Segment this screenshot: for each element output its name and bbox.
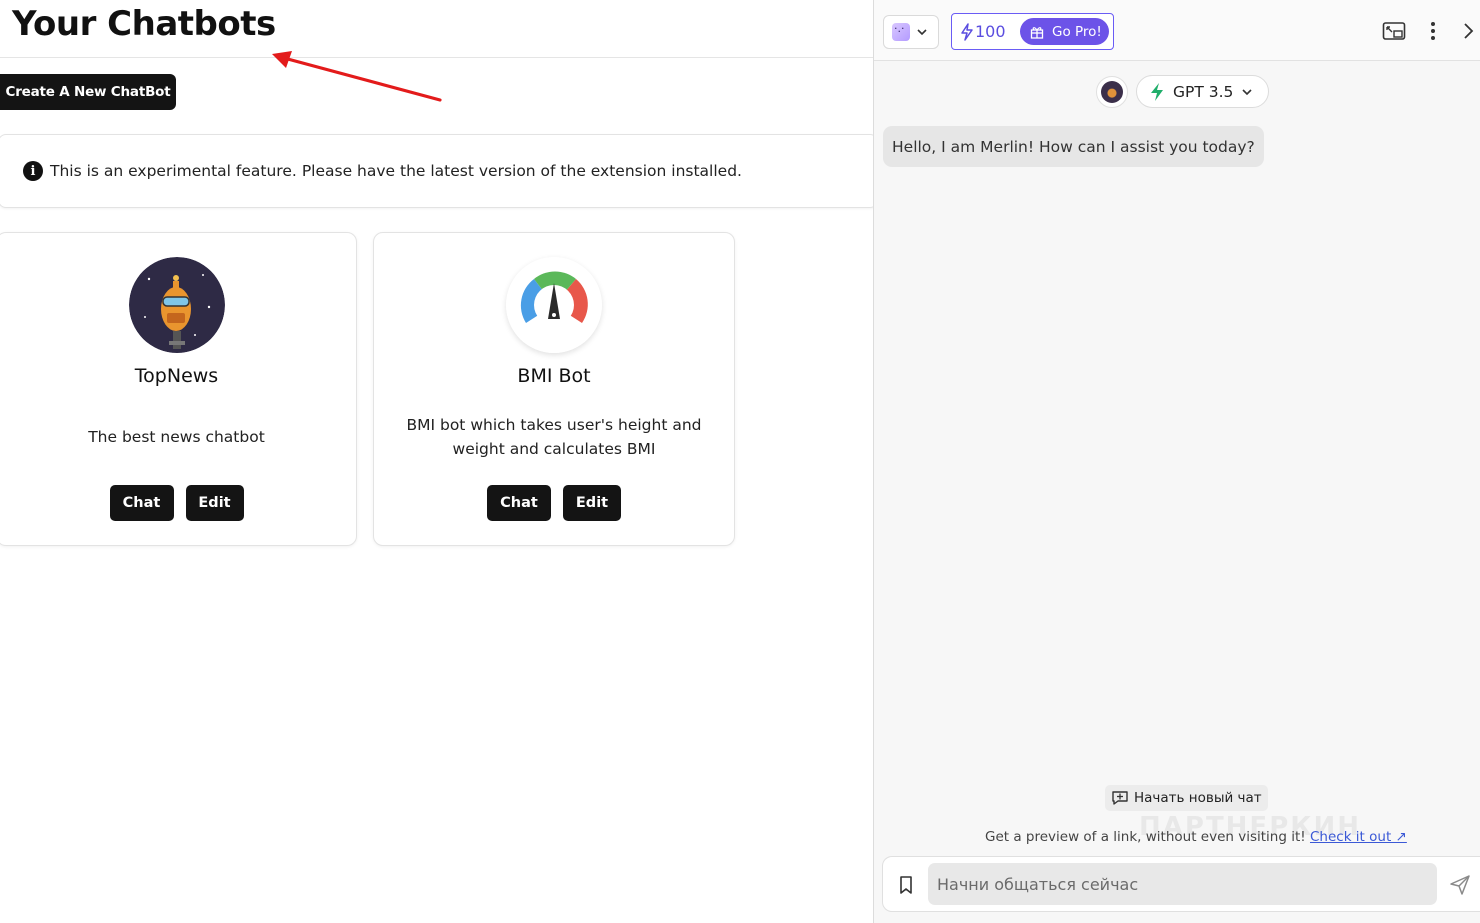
main-area: Your Chatbots Create A New ChatBot i Thi… bbox=[0, 0, 878, 923]
preview-text: Get a preview of a link, without even vi… bbox=[985, 829, 1306, 845]
model-row: GPT 3.5 bbox=[874, 74, 1480, 108]
new-chat-button[interactable]: Начать новый чат bbox=[1105, 785, 1268, 811]
chat-input-bar bbox=[882, 856, 1480, 912]
chevron-right-icon[interactable] bbox=[1455, 18, 1480, 44]
credits-box[interactable]: 100 Go Pro! bbox=[951, 13, 1114, 50]
chevron-down-icon bbox=[1242, 88, 1252, 95]
more-menu-icon[interactable] bbox=[1420, 18, 1446, 44]
picture-in-picture-icon[interactable] bbox=[1381, 18, 1407, 44]
chat-button[interactable]: Chat bbox=[487, 485, 551, 521]
chat-input[interactable] bbox=[928, 863, 1437, 905]
send-icon[interactable] bbox=[1449, 874, 1471, 896]
chatbot-card-bmi: BMI Bot BMI bot which takes user's heigh… bbox=[373, 232, 735, 546]
create-chatbot-button[interactable]: Create A New ChatBot bbox=[0, 74, 176, 110]
notice-text: Please have the latest version of the ex… bbox=[301, 162, 742, 180]
robot-news-avatar bbox=[128, 257, 225, 353]
edit-button[interactable]: Edit bbox=[563, 485, 621, 521]
chatbot-card-topnews: TopNews The best news chatbot Chat Edit bbox=[0, 232, 357, 546]
experimental-notice: i This is an experimental feature. Pleas… bbox=[0, 134, 878, 208]
chatbot-description: The best news chatbot bbox=[88, 428, 265, 446]
go-pro-button[interactable]: Go Pro! bbox=[1020, 18, 1109, 45]
edit-button[interactable]: Edit bbox=[185, 485, 244, 521]
merlin-avatar bbox=[1096, 76, 1128, 108]
go-pro-label: Go Pro! bbox=[1052, 23, 1102, 40]
card-actions: Chat Edit bbox=[374, 485, 734, 521]
notice-bold-text: This is an experimental feature. bbox=[50, 162, 297, 180]
gift-icon bbox=[1030, 26, 1044, 39]
chat-button[interactable]: Chat bbox=[109, 485, 174, 521]
bookmark-icon[interactable] bbox=[896, 874, 916, 896]
bolt-icon bbox=[961, 22, 973, 41]
page-title: Your Chatbots bbox=[12, 4, 276, 44]
gauge-avatar bbox=[506, 257, 602, 353]
new-chat-label: Начать новый чат bbox=[1134, 790, 1262, 806]
chatbot-description: BMI bot which takes user's height and we… bbox=[406, 416, 702, 458]
chatbot-name: BMI Bot bbox=[517, 365, 591, 387]
chatbot-name: TopNews bbox=[134, 365, 219, 387]
bolt-icon bbox=[1151, 82, 1163, 101]
check-it-out-link[interactable]: Check it out ↗ bbox=[1310, 829, 1407, 845]
merlin-panel: 100 Go Pro! GPT 3.5 Hello, I am Merlin! … bbox=[873, 0, 1480, 923]
new-chat-icon bbox=[1112, 791, 1128, 805]
model-selector[interactable]: GPT 3.5 bbox=[1136, 75, 1269, 108]
preview-tip: Get a preview of a link, without even vi… bbox=[985, 829, 1407, 845]
card-actions: Chat Edit bbox=[0, 485, 356, 521]
merlin-logo-dropdown[interactable] bbox=[883, 15, 939, 49]
chevron-down-icon bbox=[917, 29, 927, 36]
model-name: GPT 3.5 bbox=[1173, 82, 1234, 101]
panel-header: 100 Go Pro! bbox=[874, 0, 1480, 61]
credits-count: 100 bbox=[975, 22, 1006, 41]
merlin-logo-icon bbox=[892, 22, 910, 41]
annotation-arrow bbox=[272, 51, 442, 102]
assistant-message: Hello, I am Merlin! How can I assist you… bbox=[883, 126, 1264, 167]
info-icon: i bbox=[23, 161, 43, 181]
